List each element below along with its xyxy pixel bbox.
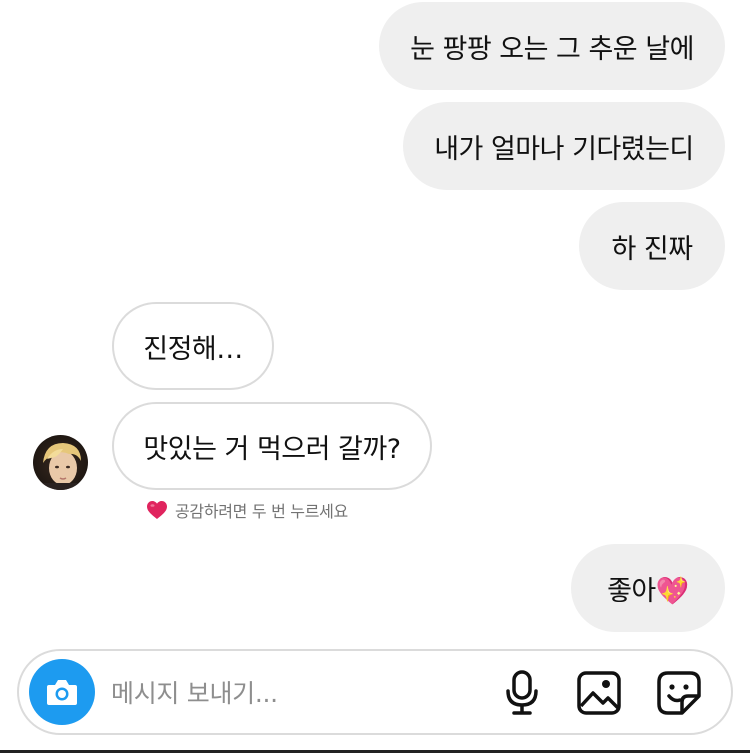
message-bubble-sent[interactable]: 눈 팡팡 오는 그 추운 날에 [379, 2, 725, 90]
camera-icon [47, 680, 77, 705]
message-bubble-sent[interactable]: 내가 얼마나 기다렸는디 [403, 102, 725, 190]
message-bubble-received[interactable]: 맛있는 거 먹으러 갈까? [112, 402, 432, 490]
message-bubble-received[interactable]: 진정해… [112, 302, 274, 390]
reaction-hint-text: 공감하려면 두 번 누르세요 [175, 502, 348, 521]
microphone-icon [506, 670, 538, 715]
message-input[interactable] [111, 673, 491, 713]
camera-button[interactable] [29, 659, 95, 725]
message-bubble-sent[interactable]: 하 진짜 [579, 202, 725, 290]
sticker-button[interactable] [654, 668, 704, 718]
message-bubble-sent[interactable]: 좋아💖 [571, 544, 725, 632]
reaction-hint: 공감하려면 두 번 누르세요 [145, 498, 348, 522]
sticker-icon [657, 671, 701, 715]
gallery-button[interactable] [574, 668, 624, 718]
avatar-image [33, 435, 88, 490]
gallery-icon [577, 671, 621, 715]
message-composer [17, 649, 733, 735]
avatar[interactable] [33, 435, 88, 490]
heart-icon [147, 501, 167, 519]
microphone-button[interactable] [497, 668, 547, 718]
